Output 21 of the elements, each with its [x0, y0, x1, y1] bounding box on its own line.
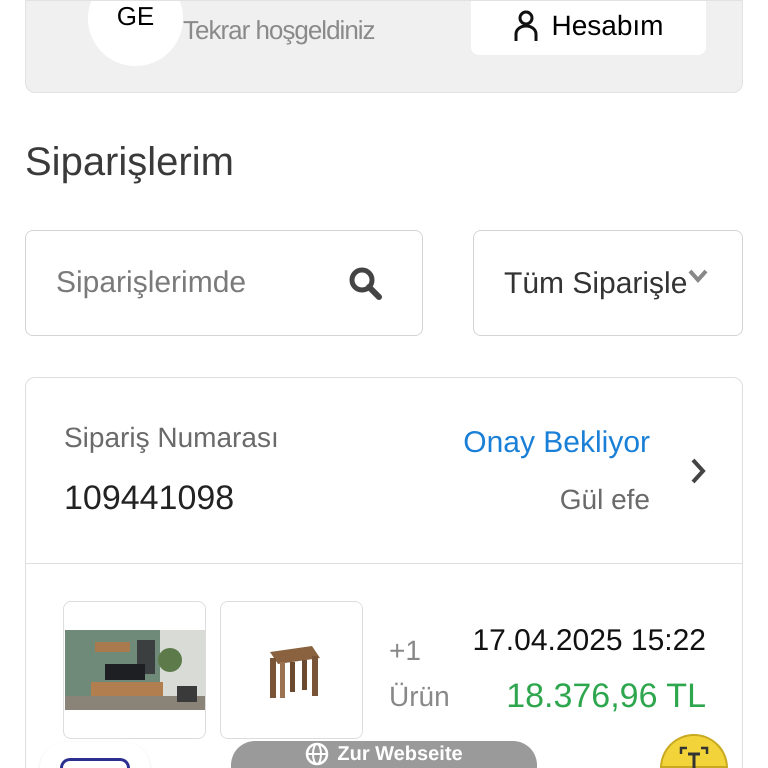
order-status: Onay Bekliyor [463, 425, 650, 461]
globe-icon [305, 742, 330, 766]
filter-dropdown[interactable]: Tüm Siparişle [473, 230, 743, 336]
text-scan-icon [679, 746, 709, 768]
order-number-label: Sipariş Numarası [64, 421, 280, 455]
order-total: 18.376,96 TL [506, 676, 706, 717]
person-icon [513, 10, 540, 42]
account-button[interactable]: Hesabım [471, 1, 706, 55]
extra-label: Ürün [389, 680, 450, 714]
chevron-right-icon [690, 456, 706, 484]
page-title: Siparişlerim [25, 139, 235, 186]
recipient-name: Gül efe [560, 483, 650, 517]
search-icon [347, 265, 383, 301]
order-date: 17.04.2025 15:22 [472, 623, 706, 659]
greeting-text: Tekrar hoşgeldiniz [183, 14, 375, 47]
product-thumbnail[interactable] [63, 601, 206, 739]
avatar: GE [88, 1, 183, 66]
extra-count: +1 [389, 634, 422, 668]
search-field[interactable]: Siparişlerimde [25, 230, 423, 336]
chevron-down-icon [688, 269, 708, 283]
order-number: 109441098 [64, 478, 236, 519]
